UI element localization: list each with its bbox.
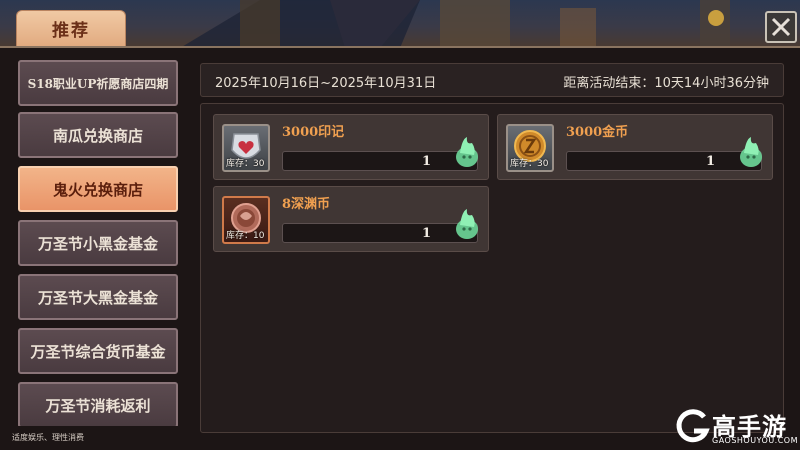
price-value: 1 <box>421 226 431 241</box>
sidebar-item-currency-fund[interactable]: 万圣节综合货币基金 <box>18 328 178 374</box>
item-name: 3000印记 <box>282 125 345 140</box>
close-button[interactable] <box>765 11 797 43</box>
price-bar: 1 <box>282 223 478 243</box>
shop-item-gold-coin[interactable]: 库存：30 3000金币 1 <box>497 114 773 180</box>
event-date-range: 2025年10月16日~2025年10月31日 <box>215 76 437 91</box>
price-value: 1 <box>705 154 715 169</box>
price-value: 1 <box>421 154 431 169</box>
shop-item-abyss-coin[interactable]: 库存：10 8深渊币 1 <box>213 186 489 252</box>
price-bar: 1 <box>282 151 478 171</box>
stock-label: 库存：10 <box>226 231 265 241</box>
shop-item-emblem[interactable]: 库存：30 3000印记 1 <box>213 114 489 180</box>
healthy-gaming-note: 适度娱乐、理性消费 <box>12 433 84 442</box>
watermark-domain: GAOSHOUYOU.COM <box>712 436 799 445</box>
item-name: 8深渊币 <box>282 197 331 212</box>
sidebar-item-small-black-gold-fund[interactable]: 万圣节小黑金基金 <box>18 220 178 266</box>
brand-logo-icon <box>676 409 710 443</box>
ghost-fire-icon <box>456 209 478 239</box>
sidebar-shop-list[interactable]: S18职业UP祈愿商店四期 南瓜兑换商店 鬼火兑换商店 万圣节小黑金基金 万圣节… <box>8 56 184 426</box>
item-name: 3000金币 <box>566 125 629 140</box>
sidebar-item-big-black-gold-fund[interactable]: 万圣节大黑金基金 <box>18 274 178 320</box>
sidebar-item-s18-wish-shop[interactable]: S18职业UP祈愿商店四期 <box>18 60 178 106</box>
tab-recommend[interactable]: 推荐 <box>16 10 126 46</box>
shop-item-grid: 库存：30 3000印记 1 库存：30 3000金币 1 库存：10 8深渊币… <box>200 103 784 433</box>
gold-coin-icon: 库存：30 <box>506 124 554 172</box>
stock-label: 库存：30 <box>226 159 265 169</box>
abyss-coin-icon: 库存：10 <box>222 196 270 244</box>
event-info-bar: 2025年10月16日~2025年10月31日 距离活动结束：10天14小时36… <box>200 63 784 97</box>
emblem-icon: 库存：30 <box>222 124 270 172</box>
sidebar-item-ghostfire-shop[interactable]: 鬼火兑换商店 <box>18 166 178 212</box>
stock-label: 库存：30 <box>510 159 549 169</box>
watermark-logo: 高手游 GAOSHOUYOU.COM <box>670 405 800 450</box>
ghost-fire-icon <box>740 137 762 167</box>
sidebar-item-pumpkin-shop[interactable]: 南瓜兑换商店 <box>18 112 178 158</box>
ghost-fire-icon <box>456 137 478 167</box>
event-countdown: 距离活动结束：10天14小时36分钟 <box>563 76 769 91</box>
sidebar-item-spend-rebate[interactable]: 万圣节消耗返利 <box>18 382 178 426</box>
price-bar: 1 <box>566 151 762 171</box>
close-icon <box>771 17 791 37</box>
